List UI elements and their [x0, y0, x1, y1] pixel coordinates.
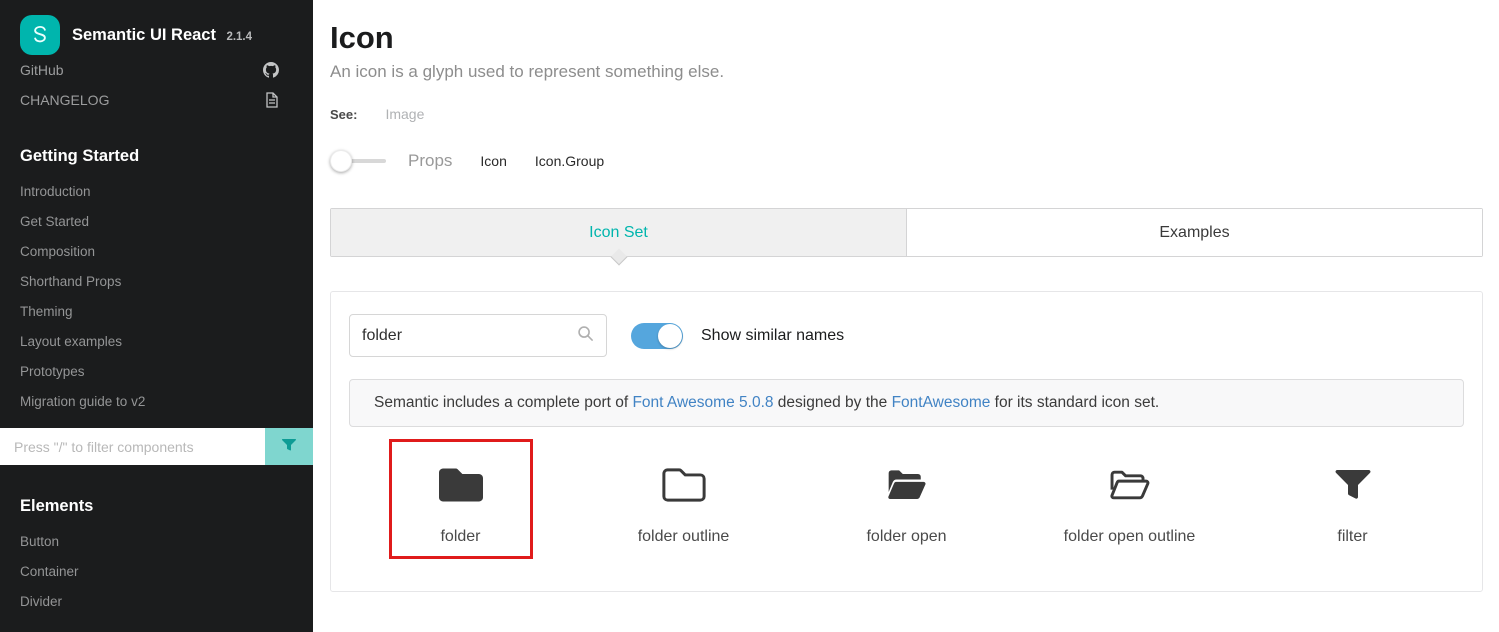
github-link-label: GitHub [20, 62, 64, 78]
filter-result-icon [1333, 463, 1373, 512]
app-version: 2.1.4 [226, 31, 252, 43]
logo-row: Semantic UI React 2.1.4 [0, 0, 313, 55]
icon-label: folder open [866, 528, 946, 546]
search-icon [577, 325, 594, 347]
sidebar-item-button[interactable]: Button [0, 526, 313, 556]
sidebar-item-shorthand-props[interactable]: Shorthand Props [0, 266, 313, 296]
page-subtitle: An icon is a glyph used to represent som… [330, 62, 1483, 82]
icon-cell-folder-outline[interactable]: folder outline [572, 445, 795, 565]
sidebar-item-introduction[interactable]: Introduction [0, 176, 313, 206]
folder-icon [439, 463, 483, 512]
tab-bar: Icon Set Examples [330, 208, 1483, 257]
see-also-row: See: Image [330, 106, 1483, 122]
props-row: Props Icon Icon.Group [330, 150, 1483, 172]
props-link-icon[interactable]: Icon [480, 153, 506, 169]
sidebar-item-layout-examples[interactable]: Layout examples [0, 326, 313, 356]
toggle-knob [658, 324, 682, 348]
file-icon [265, 92, 279, 108]
props-toggle-knob [330, 150, 352, 172]
font-awesome-message: Semantic includes a complete port of Fon… [349, 379, 1464, 427]
show-similar-names-toggle[interactable] [631, 323, 683, 349]
semantic-ui-logo-icon [20, 15, 60, 55]
sidebar-item-composition[interactable]: Composition [0, 236, 313, 266]
panel-controls: Show similar names [349, 314, 1464, 357]
props-link-icon-group[interactable]: Icon.Group [535, 153, 604, 169]
icon-search-box [349, 314, 607, 357]
filter-button[interactable] [265, 428, 313, 465]
folder-outline-icon [662, 463, 706, 512]
see-link-image[interactable]: Image [385, 106, 424, 122]
app-title: Semantic UI React [72, 26, 216, 44]
icon-set-panel: Show similar names Semantic includes a c… [330, 291, 1483, 592]
font-awesome-version-link[interactable]: Font Awesome 5.0.8 [632, 394, 773, 411]
icon-cell-filter[interactable]: filter [1241, 445, 1464, 565]
icon-label: filter [1337, 528, 1367, 546]
tab-examples[interactable]: Examples [907, 209, 1482, 256]
icon-cell-folder-open[interactable]: folder open [795, 445, 1018, 565]
page-title: Icon [330, 20, 1483, 56]
section-title-getting-started: Getting Started [0, 147, 313, 166]
font-awesome-link[interactable]: FontAwesome [892, 394, 991, 411]
sidebar-item-get-started[interactable]: Get Started [0, 206, 313, 236]
sidebar-item-container[interactable]: Container [0, 556, 313, 586]
icon-search-input[interactable] [362, 327, 577, 345]
github-icon [263, 62, 279, 78]
see-label: See: [330, 107, 357, 122]
message-text-1: Semantic includes a complete port of [374, 394, 632, 411]
icon-cell-folder-open-outline[interactable]: folder open outline [1018, 445, 1241, 565]
sidebar-link-github[interactable]: GitHub [0, 55, 313, 85]
icon-cell-folder[interactable]: folder [349, 445, 572, 565]
icon-label: folder open outline [1064, 528, 1196, 546]
icon-label: folder [440, 528, 480, 546]
section-title-elements: Elements [0, 497, 313, 516]
sidebar-link-changelog[interactable]: CHANGELOG [0, 85, 313, 115]
props-label: Props [408, 151, 452, 171]
folder-open-icon [884, 463, 930, 512]
sidebar-item-theming[interactable]: Theming [0, 296, 313, 326]
changelog-link-label: CHANGELOG [20, 92, 109, 108]
sidebar-item-prototypes[interactable]: Prototypes [0, 356, 313, 386]
logo-title[interactable]: Semantic UI React 2.1.4 [72, 26, 252, 45]
show-similar-names-label: Show similar names [701, 327, 844, 345]
sidebar: Semantic UI React 2.1.4 GitHub CHANGELOG… [0, 0, 313, 632]
main-content: Icon An icon is a glyph used to represen… [313, 0, 1499, 632]
icon-results-grid: folder folder outline folder open [349, 445, 1464, 565]
sidebar-item-divider[interactable]: Divider [0, 586, 313, 616]
message-text-2: designed by the [774, 394, 892, 411]
filter-icon [281, 437, 297, 456]
folder-open-outline-icon [1107, 463, 1153, 512]
sidebar-filter [0, 428, 313, 465]
icon-label: folder outline [638, 528, 730, 546]
props-toggle[interactable] [330, 150, 388, 172]
filter-components-input[interactable] [0, 428, 265, 465]
message-text-3: for its standard icon set. [990, 394, 1159, 411]
sidebar-item-migration-guide[interactable]: Migration guide to v2 [0, 386, 313, 416]
